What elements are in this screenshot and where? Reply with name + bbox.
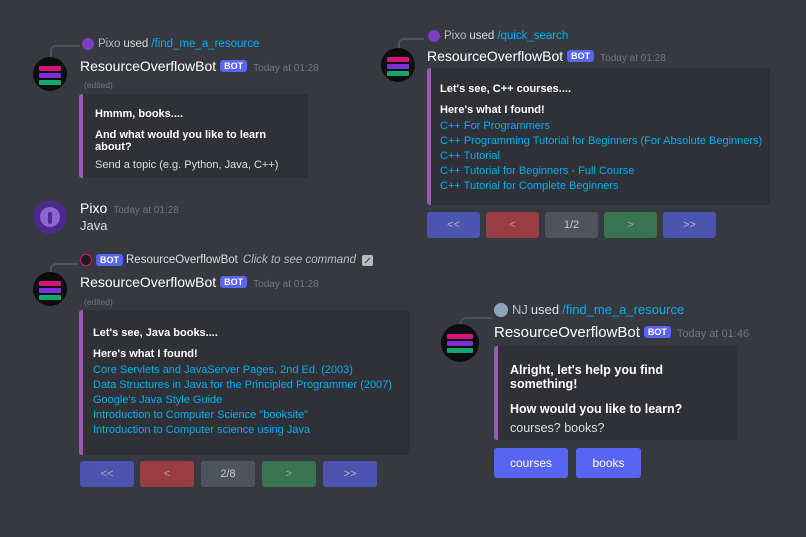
bot-avatar[interactable] <box>441 324 479 362</box>
reply-context[interactable]: BOT ResourceOverflowBot Click to see com… <box>80 254 373 266</box>
embed-subtitle: Here's what I found! <box>440 104 545 116</box>
nj-mini-avatar <box>494 302 508 317</box>
pixo-mini-avatar <box>82 38 94 50</box>
reply-command[interactable]: /quick_search <box>497 30 568 42</box>
reply-username[interactable]: Pixo <box>98 38 120 50</box>
timestamp: Today at 01:28 <box>253 63 319 74</box>
resource-link[interactable]: C++ Tutorial <box>440 149 764 164</box>
message-header: ResourceOverflowBot BOT Today at 01:46 <box>494 324 749 342</box>
timestamp: Today at 01:46 <box>676 328 750 340</box>
author-name[interactable]: Pixo <box>80 200 107 216</box>
embed-title: Let's see, C++ courses.... <box>440 83 572 95</box>
next-page-button[interactable]: > <box>604 212 657 238</box>
embed-subtitle: Here's what I found! <box>93 348 198 360</box>
bot-mini-avatar <box>80 254 92 266</box>
bot-tag: BOT <box>220 276 248 288</box>
bot-avatar[interactable] <box>33 272 67 306</box>
last-page-button[interactable]: >> <box>663 212 716 238</box>
courses-button[interactable]: courses <box>494 448 568 478</box>
reply-used-text: used <box>123 38 149 50</box>
resource-link[interactable]: C++ Tutorial for Complete Beginners <box>440 179 764 194</box>
reply-command[interactable]: /find_me_a_resource <box>151 38 259 50</box>
first-page-button[interactable]: << <box>427 212 480 238</box>
resource-link[interactable]: C++ Tutorial for Beginners - Full Course <box>440 164 764 179</box>
reply-username[interactable]: Pixo <box>444 30 466 42</box>
reply-used-text: used <box>530 302 560 317</box>
author-name[interactable]: ResourceOverflowBot <box>494 324 640 341</box>
page-indicator: 2/8 <box>201 461 255 487</box>
bot-avatar[interactable] <box>33 57 67 91</box>
embed-subtitle: And what would you like to learn about? <box>95 129 267 153</box>
prev-page-button[interactable]: < <box>140 461 194 487</box>
resource-link[interactable]: Introduction to Computer Science "booksi… <box>93 408 402 423</box>
timestamp: Today at 01:28 <box>253 279 319 290</box>
embed-subtitle: How would you like to learn? <box>510 402 683 416</box>
resource-link[interactable]: Introduction to Computer science using J… <box>93 423 402 438</box>
bot-avatar[interactable] <box>381 48 415 82</box>
reply-username[interactable]: ResourceOverflowBot <box>126 254 238 266</box>
pixo-mini-avatar <box>428 30 440 42</box>
bot-tag: BOT <box>96 254 123 266</box>
edited-label: (edited) <box>84 80 113 90</box>
prev-page-button[interactable]: < <box>486 212 539 238</box>
bot-tag: BOT <box>220 60 248 72</box>
resource-link[interactable]: Google's Java Style Guide <box>93 393 402 408</box>
reply-used-text: used <box>469 30 495 42</box>
first-page-button[interactable]: << <box>80 461 134 487</box>
author-name[interactable]: ResourceOverflowBot <box>80 274 216 290</box>
embed: Let's see, C++ courses.... Here's what I… <box>427 68 770 205</box>
message-text: Java <box>80 218 108 233</box>
reply-context[interactable]: Pixo used /find_me_a_resource <box>82 38 259 50</box>
resource-link[interactable]: C++ For Programmers <box>440 119 764 134</box>
embed-title: Let's see, Java books.... <box>93 327 218 339</box>
message-header: Pixo Today at 01:28 <box>80 200 179 218</box>
embed-text: courses? books? <box>510 421 605 435</box>
reply-context[interactable]: Pixo used /quick_search <box>428 30 568 42</box>
message-header: ResourceOverflowBot BOT Today at 01:28 <box>80 58 319 76</box>
embed-title: Hmmm, books.... <box>95 108 184 120</box>
resource-link[interactable]: Core Servlets and JavaServer Pages, 2nd … <box>93 363 402 378</box>
last-page-button[interactable]: >> <box>323 461 377 487</box>
command-icon <box>361 254 373 266</box>
bot-tag: BOT <box>643 326 671 338</box>
author-name[interactable]: ResourceOverflowBot <box>427 48 563 64</box>
next-page-button[interactable]: > <box>262 461 316 487</box>
embed-title: Alright, let's help you find something! <box>510 363 663 391</box>
reply-context[interactable]: NJ used /find_me_a_resource <box>494 302 684 317</box>
books-button[interactable]: books <box>576 448 641 478</box>
embed-text: Send a topic (e.g. Python, Java, C++) <box>95 159 279 171</box>
user-avatar[interactable] <box>33 200 67 234</box>
message-header: ResourceOverflowBot BOT Today at 01:28 <box>427 48 666 66</box>
embed: Hmmm, books.... And what would you like … <box>79 94 308 178</box>
reply-command[interactable]: /find_me_a_resource <box>562 302 684 317</box>
reply-hint[interactable]: Click to see command <box>243 254 356 266</box>
embed: Let's see, Java books.... Here's what I … <box>79 310 410 455</box>
edited-label: (edited) <box>84 297 113 307</box>
author-name[interactable]: ResourceOverflowBot <box>80 58 216 74</box>
timestamp: Today at 01:28 <box>600 53 666 64</box>
resource-link[interactable]: Data Structures in Java for the Principl… <box>93 378 402 393</box>
resource-link[interactable]: C++ Programming Tutorial for Beginners (… <box>440 134 764 149</box>
page-indicator: 1/2 <box>545 212 598 238</box>
bot-tag: BOT <box>567 50 595 62</box>
embed: Alright, let's help you find something! … <box>494 346 737 440</box>
reply-username[interactable]: NJ <box>512 302 528 317</box>
message-header: ResourceOverflowBot BOT Today at 01:28 <box>80 274 319 292</box>
timestamp: Today at 01:28 <box>113 205 179 216</box>
